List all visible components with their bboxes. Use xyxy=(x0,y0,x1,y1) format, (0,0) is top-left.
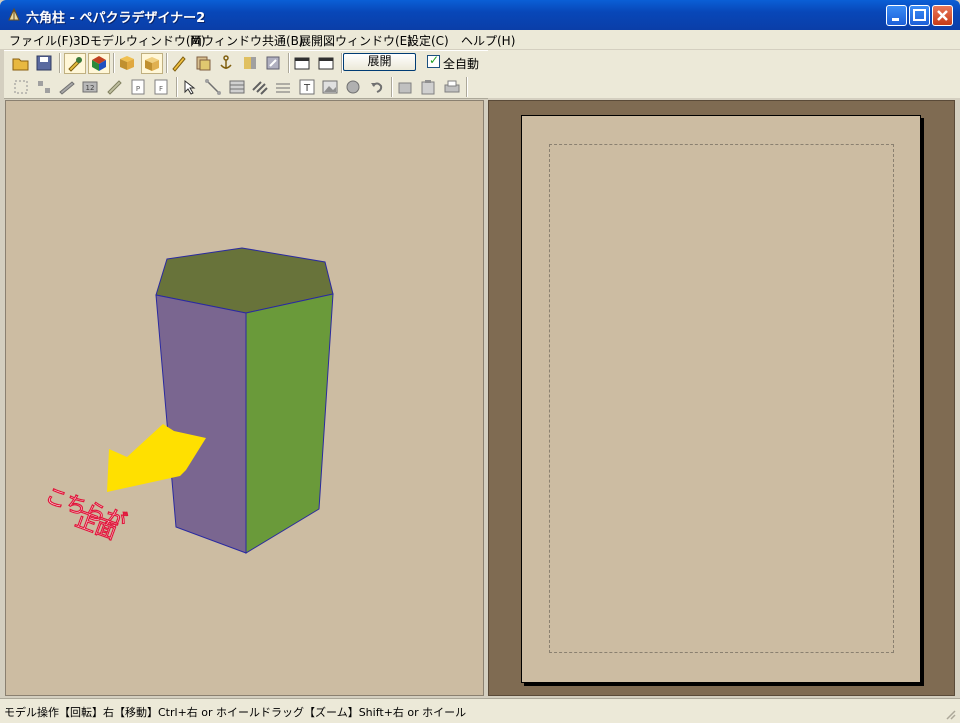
menu-unfold-window[interactable]: 展開図ウィンドウ(E) xyxy=(299,32,412,49)
open-box-icon xyxy=(145,57,159,71)
printable-area xyxy=(549,144,894,653)
checkmark-icon: ✓ xyxy=(429,53,440,67)
hatch-lines-icon[interactable] xyxy=(251,78,269,96)
undo-icon[interactable] xyxy=(368,78,386,96)
paper-sheet xyxy=(521,115,921,683)
unfold-view[interactable] xyxy=(488,100,955,696)
svg-text:P: P xyxy=(136,85,140,93)
page-number-icon[interactable]: P xyxy=(129,78,147,96)
menu-bar: ファイル(F) 3Dモデルウィンドウ(M) 両ウィンドウ共通(B) 展開図ウィン… xyxy=(0,30,960,49)
maximize-icon xyxy=(913,9,926,21)
secondary-toolbar: 12 P F T xyxy=(4,76,488,99)
print-icon[interactable] xyxy=(443,78,461,96)
toolbar-separator xyxy=(113,53,115,73)
toolbar-separator xyxy=(176,77,178,97)
svg-text:F: F xyxy=(159,85,163,93)
svg-text:12: 12 xyxy=(86,84,95,92)
title-bar[interactable]: 六角柱 - ペパクラデザイナー2 xyxy=(0,0,960,30)
toolbar-separator xyxy=(288,53,290,73)
close-icon xyxy=(937,10,948,21)
3d-viewport-canvas[interactable]: こちらが 正面 xyxy=(6,101,483,695)
edit-mode-toggle[interactable] xyxy=(64,53,86,74)
pencil-icon[interactable] xyxy=(170,54,188,72)
auto-checkbox[interactable]: ✓ xyxy=(427,53,440,68)
single-window-icon[interactable] xyxy=(293,54,311,72)
toolbar-separator xyxy=(59,53,61,73)
ruler-icon[interactable] xyxy=(58,78,76,96)
status-text: モデル操作【回転】右【移動】Ctrl+右 or ホイールドラッグ【ズーム】Shi… xyxy=(4,706,467,719)
image-tool-icon[interactable] xyxy=(321,78,339,96)
menu-both-windows[interactable]: 両ウィンドウ共通(B) xyxy=(190,32,304,49)
maximize-button[interactable] xyxy=(909,5,930,26)
edge-edit-icon[interactable] xyxy=(204,78,222,96)
pencil-edit-icon xyxy=(68,57,82,72)
cut-icon[interactable] xyxy=(396,78,414,96)
toolbar-separator xyxy=(166,53,168,73)
unfold-button[interactable]: 展開 xyxy=(343,53,416,71)
window-title: 六角柱 - ペパクラデザイナー2 xyxy=(26,11,206,26)
split-window-icon[interactable] xyxy=(317,54,335,72)
open-folder-icon[interactable] xyxy=(12,54,30,72)
svg-text:T: T xyxy=(303,83,311,94)
rotate-part-icon[interactable] xyxy=(264,54,282,72)
menu-3d-model-window[interactable]: 3Dモデルウィンドウ(M) xyxy=(73,32,206,49)
glue-tab-icon[interactable] xyxy=(194,54,212,72)
auto-checkbox-label: 全自動 xyxy=(443,57,480,71)
toolbar-separator xyxy=(466,77,468,97)
fold-icon[interactable] xyxy=(241,54,259,72)
anchor-icon[interactable] xyxy=(217,54,235,72)
menu-help[interactable]: ヘルプ(H) xyxy=(461,32,515,49)
box-view-toggle[interactable] xyxy=(141,53,163,74)
save-icon[interactable] xyxy=(35,54,53,72)
glue-flap-icon[interactable] xyxy=(105,78,123,96)
text-tool-icon[interactable]: T xyxy=(298,78,316,96)
3d-model-view[interactable]: こちらが 正面 xyxy=(5,100,484,696)
status-bar: モデル操作【回転】右【移動】Ctrl+右 or ホイールドラッグ【ズーム】Shi… xyxy=(0,698,960,723)
toolbar-empty-area xyxy=(488,50,960,98)
fold-lines-icon[interactable] xyxy=(228,78,246,96)
line-style-icon[interactable] xyxy=(274,78,292,96)
select-rect-icon[interactable] xyxy=(12,78,30,96)
resize-grip-icon[interactable] xyxy=(944,708,956,720)
frame-icon[interactable]: F xyxy=(152,78,170,96)
minimize-button[interactable] xyxy=(886,5,907,26)
app-icon xyxy=(8,7,20,21)
parts-icon[interactable] xyxy=(344,78,362,96)
minimize-icon xyxy=(892,18,899,21)
hexagonal-prism-left-face xyxy=(155,294,247,554)
menu-file[interactable]: ファイル(F) xyxy=(9,32,73,49)
app-window: 六角柱 - ペパクラデザイナー2 ファイル(F) 3Dモデルウィンドウ(M) 両… xyxy=(0,0,960,723)
texture-mode-toggle[interactable] xyxy=(88,53,110,74)
grid-icon[interactable] xyxy=(35,78,53,96)
menu-settings[interactable]: 設定(C) xyxy=(407,32,449,49)
numbering-icon[interactable]: 12 xyxy=(81,78,99,96)
box-icon[interactable] xyxy=(118,54,136,72)
toolbar-separator xyxy=(391,77,393,97)
close-button[interactable] xyxy=(932,5,953,26)
color-cube-icon xyxy=(92,56,106,71)
hexagonal-prism-right-face xyxy=(245,293,334,554)
select-cursor-icon[interactable] xyxy=(181,78,199,96)
paste-icon[interactable] xyxy=(419,78,437,96)
